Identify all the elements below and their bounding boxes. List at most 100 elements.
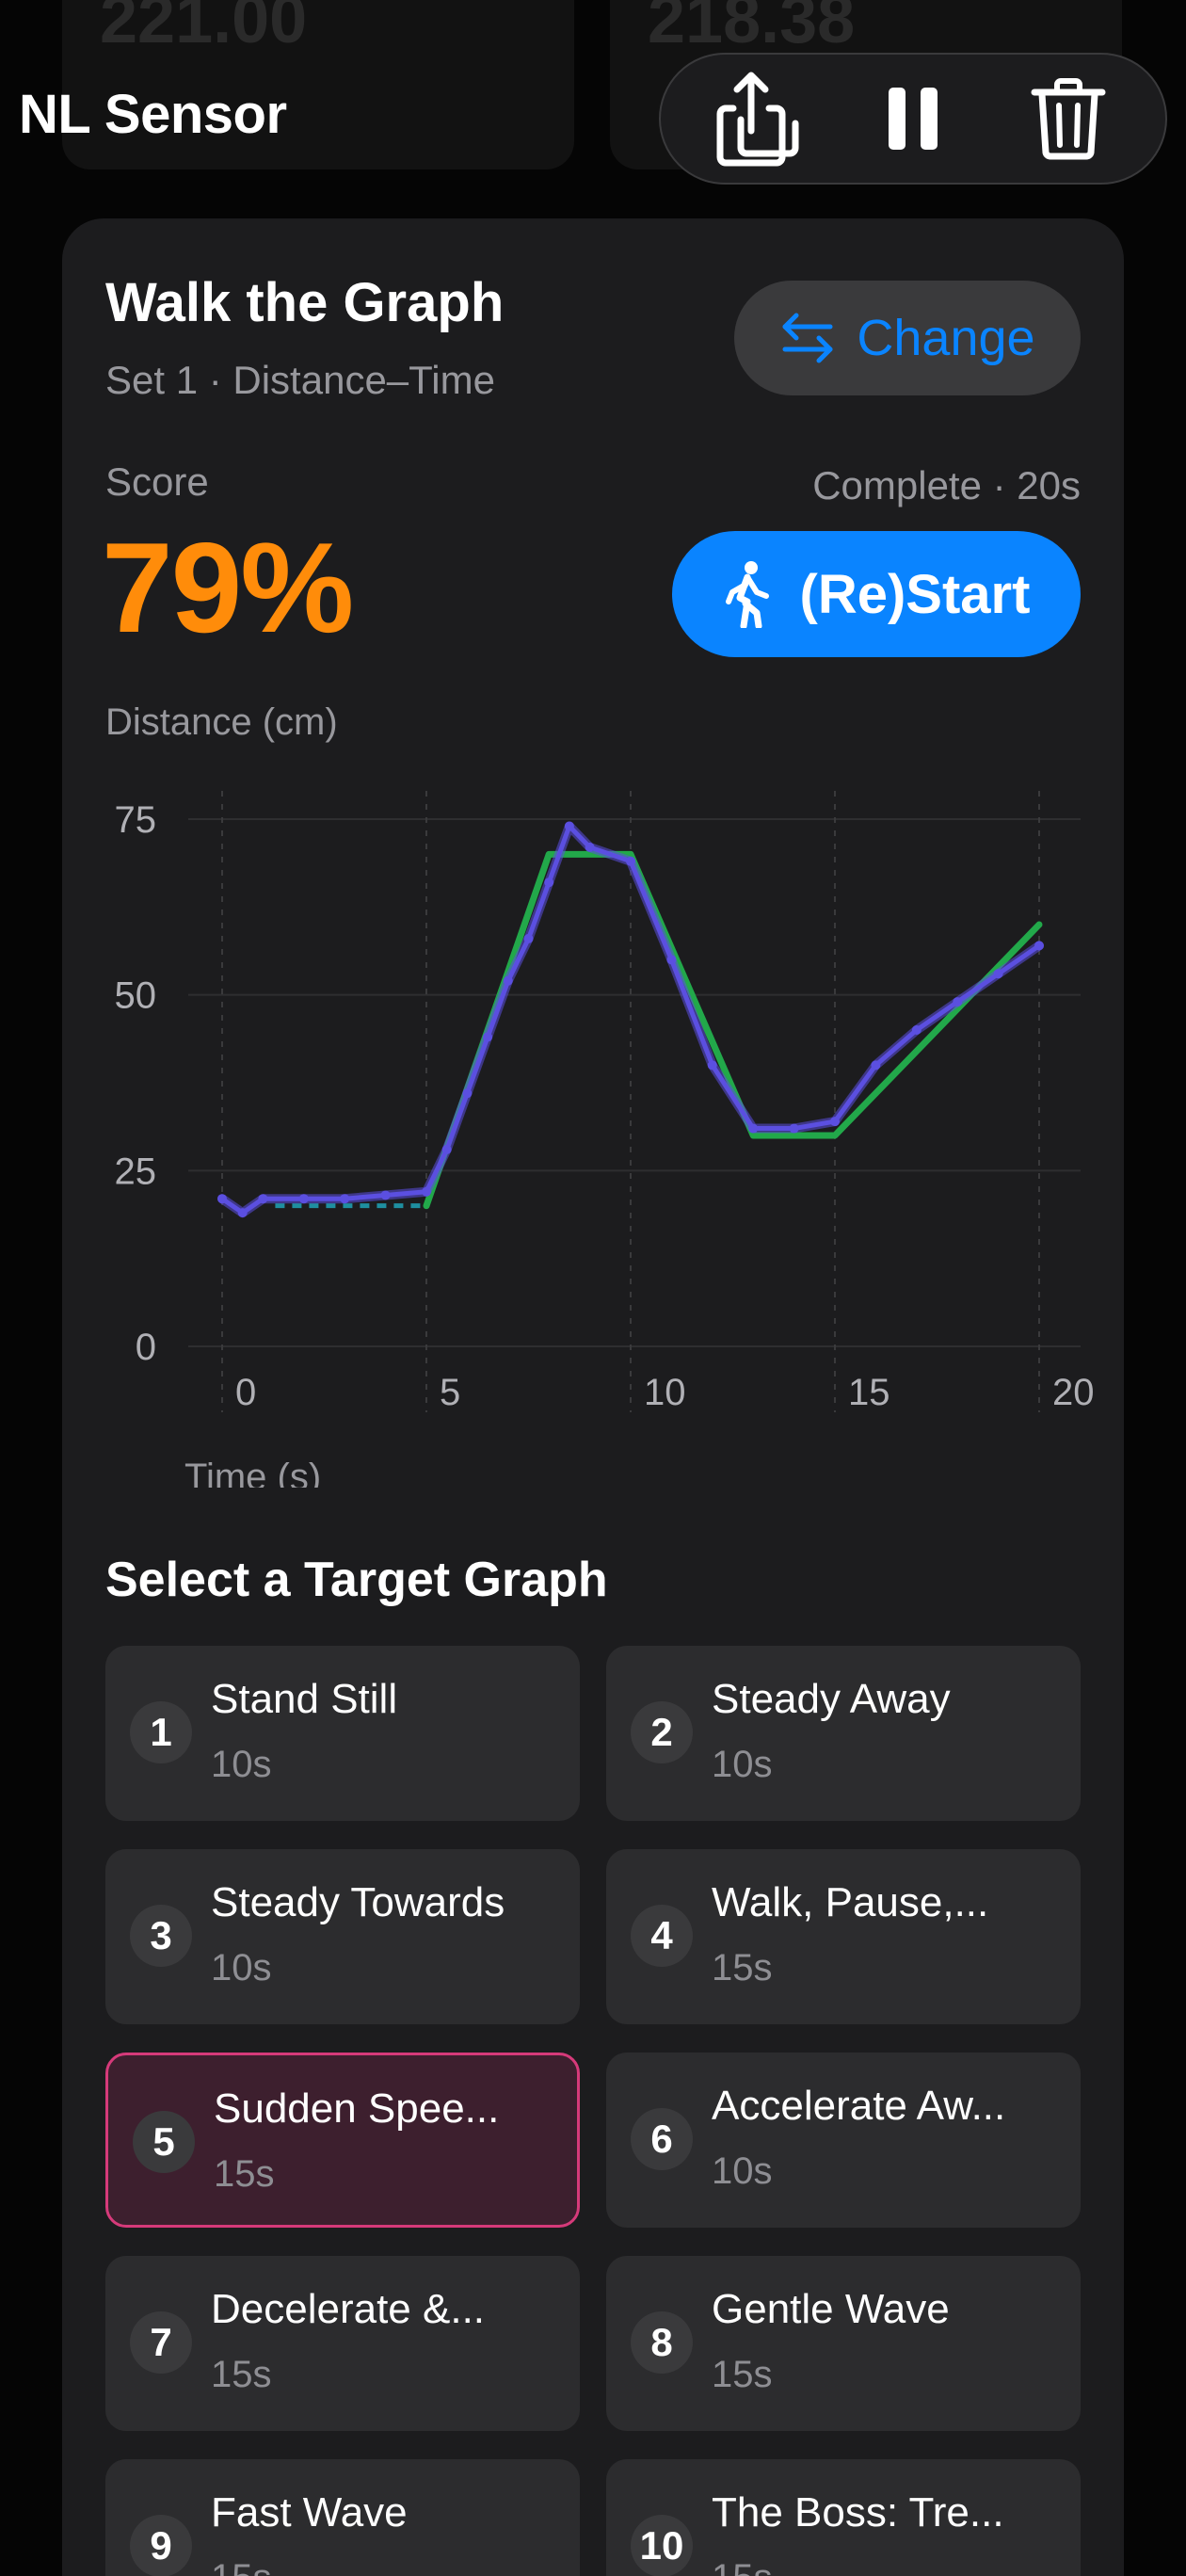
score-value: 79% — [102, 516, 354, 659]
x-tick-label: 15 — [848, 1372, 890, 1413]
measured-point — [666, 955, 677, 965]
targets-heading: Select a Target Graph — [105, 1553, 608, 1607]
score-label: Score — [105, 459, 209, 504]
target-duration: 15s — [211, 2557, 272, 2576]
target-number-badge: 6 — [631, 2108, 693, 2170]
share-button[interactable] — [706, 67, 809, 170]
target-graph-tile[interactable]: 4 Walk, Pause,... 15s — [606, 1849, 1081, 2024]
measured-point — [707, 1060, 717, 1071]
target-number-badge: 2 — [631, 1701, 693, 1763]
measured-point — [298, 1194, 309, 1204]
target-line — [423, 850, 1043, 1210]
target-number-badge: 8 — [631, 2311, 693, 2374]
measured-point — [1034, 941, 1044, 951]
measured-point — [789, 1123, 799, 1134]
measured-point — [871, 1060, 881, 1071]
x-tick-label: 0 — [235, 1372, 256, 1413]
target-number-badge: 10 — [631, 2515, 693, 2576]
status-text: Complete · 20s — [812, 463, 1081, 507]
restart-button[interactable]: (Re)Start — [672, 531, 1081, 657]
target-name: Stand Still — [211, 1676, 398, 1722]
trash-icon — [1031, 78, 1106, 160]
measured-point — [585, 842, 595, 852]
x-tick-label: 10 — [644, 1372, 686, 1413]
target-name: Walk, Pause,... — [712, 1879, 989, 1925]
target-number-badge: 5 — [133, 2111, 195, 2173]
target-duration: 10s — [712, 1744, 773, 1785]
target-number-badge: 3 — [130, 1905, 192, 1967]
target-graph-tile[interactable]: 5 Sudden Spee... 15s — [105, 2053, 580, 2228]
pause-button[interactable] — [861, 67, 965, 170]
chart-canvas: Distance (cm) 0 25 50 75 0 5 10 15 20 Time (s) — [105, 701, 1095, 1488]
measured-point — [422, 1186, 431, 1197]
app-screen: 221.00 218.38 NL Sensor Walk the Graph S… — [0, 0, 1186, 2576]
delete-button[interactable] — [1017, 67, 1120, 170]
measured-point — [258, 1194, 268, 1204]
target-graph-tile[interactable]: 2 Steady Away 10s — [606, 1646, 1081, 1821]
measured-point — [748, 1123, 759, 1134]
background-readout-value: 218.38 — [648, 0, 856, 57]
measured-point — [911, 1025, 922, 1035]
y-tick-label: 50 — [115, 975, 157, 1017]
target-name: Steady Towards — [211, 1879, 505, 1925]
measured-point — [830, 1117, 840, 1127]
measured-point — [483, 1032, 493, 1042]
target-duration: 15s — [712, 2354, 773, 2395]
measured-point — [237, 1208, 248, 1218]
target-number-badge: 4 — [631, 1905, 693, 1967]
measured-point — [340, 1194, 350, 1204]
swap-arrows-icon — [782, 313, 833, 363]
share-icon — [716, 72, 799, 167]
y-tick-label: 0 — [136, 1327, 156, 1368]
target-name: Fast Wave — [211, 2489, 408, 2536]
target-duration: 15s — [712, 1947, 773, 1988]
pause-icon — [888, 88, 938, 150]
y-tick-label: 25 — [115, 1151, 157, 1192]
measured-point — [503, 975, 513, 986]
target-duration: 15s — [211, 2354, 272, 2395]
distance-time-chart: Distance (cm) 0 25 50 75 0 5 10 15 20 Time (s) — [0, 697, 1186, 1488]
measured-point — [217, 1194, 227, 1204]
measured-point — [462, 1088, 473, 1099]
target-name: Sudden Spee... — [214, 2085, 500, 2132]
toolbar — [659, 53, 1167, 185]
target-number-badge: 9 — [130, 2515, 192, 2576]
measured-point — [993, 969, 1003, 979]
measured-point — [380, 1190, 391, 1200]
background-readout-value: 221.00 — [100, 0, 308, 57]
target-name: Gentle Wave — [712, 2286, 950, 2332]
activity-title: Walk the Graph — [105, 272, 505, 333]
target-graph-tile[interactable]: 7 Decelerate &... 15s — [105, 2256, 580, 2431]
y-tick-label: 75 — [115, 799, 157, 841]
measured-point — [626, 856, 635, 866]
target-number-badge: 7 — [130, 2311, 192, 2374]
measured-point — [544, 877, 554, 888]
target-number-badge: 1 — [130, 1701, 192, 1763]
change-button[interactable]: Change — [734, 281, 1081, 395]
target-graph-tile[interactable]: 8 Gentle Wave 15s — [606, 2256, 1081, 2431]
restart-button-label: (Re)Start — [799, 563, 1031, 625]
target-graph-tile[interactable]: 9 Fast Wave 15s — [105, 2459, 580, 2576]
measured-point — [564, 821, 574, 831]
x-tick-label: 5 — [440, 1372, 460, 1413]
measured-point — [953, 997, 963, 1007]
target-name: The Boss: Tre... — [712, 2489, 1004, 2536]
target-duration: 10s — [712, 2150, 773, 2192]
target-graph-tile[interactable]: 1 Stand Still 10s — [105, 1646, 580, 1821]
target-duration: 10s — [211, 1744, 272, 1785]
x-tick-label: 20 — [1052, 1372, 1095, 1413]
target-duration: 10s — [211, 1947, 272, 1988]
target-name: Steady Away — [712, 1676, 951, 1722]
measured-point — [441, 1144, 452, 1154]
target-graph-tile[interactable]: 10 The Boss: Tre... 15s — [606, 2459, 1081, 2576]
target-graph-tile[interactable]: 3 Steady Towards 10s — [105, 1849, 580, 2024]
target-duration: 15s — [214, 2153, 275, 2195]
nav-title: NL Sensor — [19, 84, 287, 145]
x-axis-label: Time (s) — [184, 1457, 321, 1488]
target-graph-tile[interactable]: 6 Accelerate Aw... 10s — [606, 2053, 1081, 2228]
target-name: Decelerate &... — [211, 2286, 486, 2332]
measured-point — [523, 933, 534, 943]
change-button-label: Change — [857, 310, 1035, 366]
target-duration: 15s — [712, 2557, 773, 2576]
y-axis-label: Distance (cm) — [105, 701, 338, 743]
